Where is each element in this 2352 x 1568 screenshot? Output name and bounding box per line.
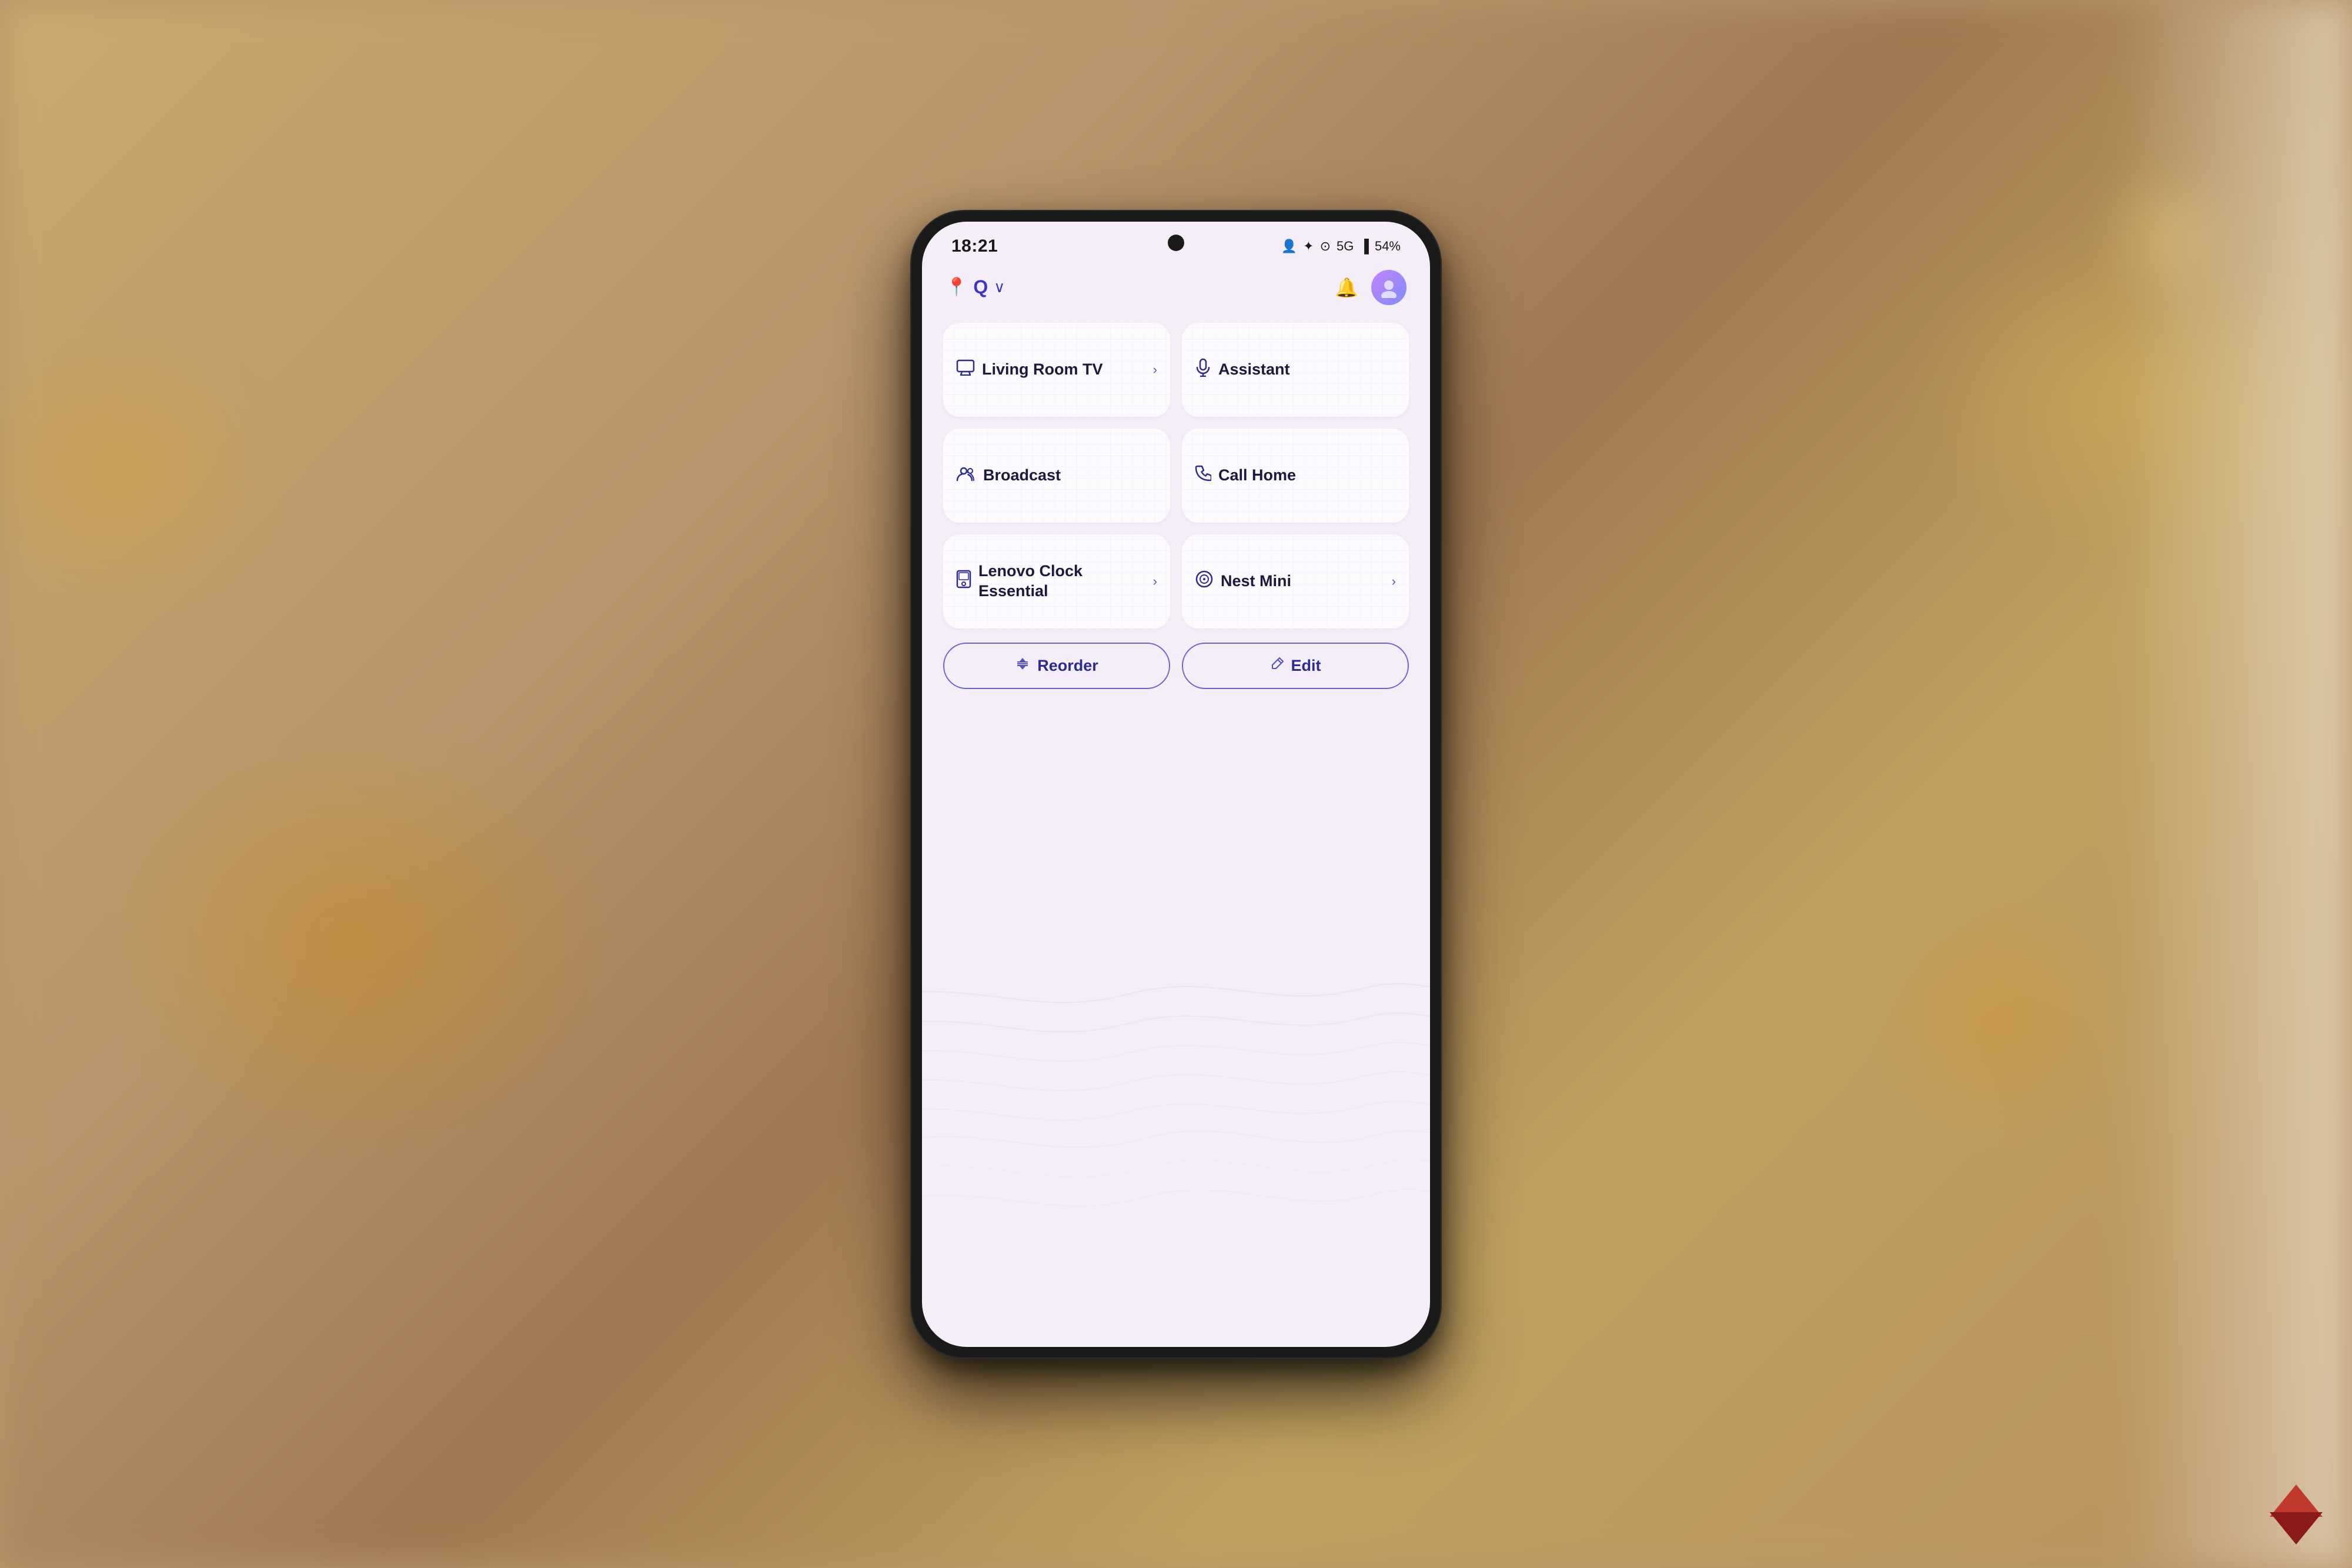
app-header: 📍 Q ∨ 🔔 — [922, 264, 1430, 311]
edit-label: Edit — [1291, 657, 1321, 675]
wifi-icon: ⊙ — [1320, 239, 1331, 254]
person-add-icon: 👤 — [1281, 239, 1297, 254]
chevron-right-tv-icon: › — [1153, 362, 1157, 377]
action-buttons: Reorder Edit — [943, 643, 1409, 689]
tile-row-lenovo-clock: Lenovo Clock Essential › — [956, 561, 1157, 601]
phone-screen: 18:21 👤 ✦ ⊙ 5G ▐ 54% 📍 Q ∨ 🔔 — [922, 222, 1430, 1347]
nest-icon — [1195, 570, 1214, 593]
home-label: Q — [973, 276, 988, 298]
bluetooth-icon: ✦ — [1303, 239, 1314, 254]
tile-assistant[interactable]: Assistant — [1182, 323, 1409, 417]
chevron-right-clock-icon: › — [1153, 574, 1157, 589]
header-actions: 🔔 — [1335, 270, 1406, 305]
camera-cutout — [1168, 235, 1184, 251]
tile-row-call-home: Call Home — [1195, 465, 1396, 486]
header-location[interactable]: 📍 Q ∨ — [946, 276, 1005, 298]
clock-device-icon — [956, 570, 971, 593]
tiles-grid: Living Room TV › — [943, 323, 1409, 628]
tile-label-assistant: Assistant — [1218, 360, 1396, 380]
tile-nest-mini[interactable]: Nest Mini › — [1182, 534, 1409, 628]
bell-icon[interactable]: 🔔 — [1335, 276, 1358, 299]
reorder-icon — [1015, 657, 1030, 675]
ap-logo — [2270, 1485, 2323, 1544]
avatar[interactable] — [1371, 270, 1406, 305]
tile-label-call-home: Call Home — [1218, 466, 1396, 486]
signal-bars-icon: ▐ — [1359, 239, 1369, 254]
signal-icon: 5G — [1337, 239, 1354, 254]
phone-device: 18:21 👤 ✦ ⊙ 5G ▐ 54% 📍 Q ∨ 🔔 — [911, 211, 1441, 1358]
status-icons: 👤 ✦ ⊙ 5G ▐ 54% — [1281, 239, 1401, 254]
tile-label-nest-mini: Nest Mini — [1221, 571, 1385, 591]
tv-icon — [956, 359, 975, 380]
edit-icon — [1270, 657, 1284, 675]
tile-lenovo-clock[interactable]: Lenovo Clock Essential › — [943, 534, 1170, 628]
chevron-right-nest-icon: › — [1392, 574, 1396, 589]
tile-living-room-tv[interactable]: Living Room TV › — [943, 323, 1170, 417]
edit-button[interactable]: Edit — [1182, 643, 1409, 689]
tile-broadcast[interactable]: Broadcast — [943, 429, 1170, 523]
tile-label-broadcast: Broadcast — [983, 466, 1157, 486]
status-time: 18:21 — [951, 236, 998, 256]
mic-icon — [1195, 358, 1211, 382]
broadcast-icon — [956, 465, 976, 486]
tile-label-living-room-tv: Living Room TV — [982, 360, 1146, 380]
tile-label-lenovo-clock: Lenovo Clock Essential — [978, 561, 1146, 601]
tile-row-broadcast: Broadcast — [956, 465, 1157, 486]
reorder-button[interactable]: Reorder — [943, 643, 1170, 689]
battery-text: 54% — [1375, 239, 1401, 254]
ap-logo-down-triangle — [2270, 1512, 2323, 1544]
location-pin-icon: 📍 — [946, 277, 967, 297]
phone-icon — [1195, 465, 1211, 486]
chevron-down-icon: ∨ — [994, 278, 1005, 296]
tile-call-home[interactable]: Call Home — [1182, 429, 1409, 523]
tile-row-living-room-tv: Living Room TV › — [956, 359, 1157, 380]
reorder-label: Reorder — [1037, 657, 1098, 675]
tile-row-nest-mini: Nest Mini › — [1195, 570, 1396, 593]
tile-row-assistant: Assistant — [1195, 358, 1396, 382]
app-content: Living Room TV › — [922, 311, 1430, 1347]
